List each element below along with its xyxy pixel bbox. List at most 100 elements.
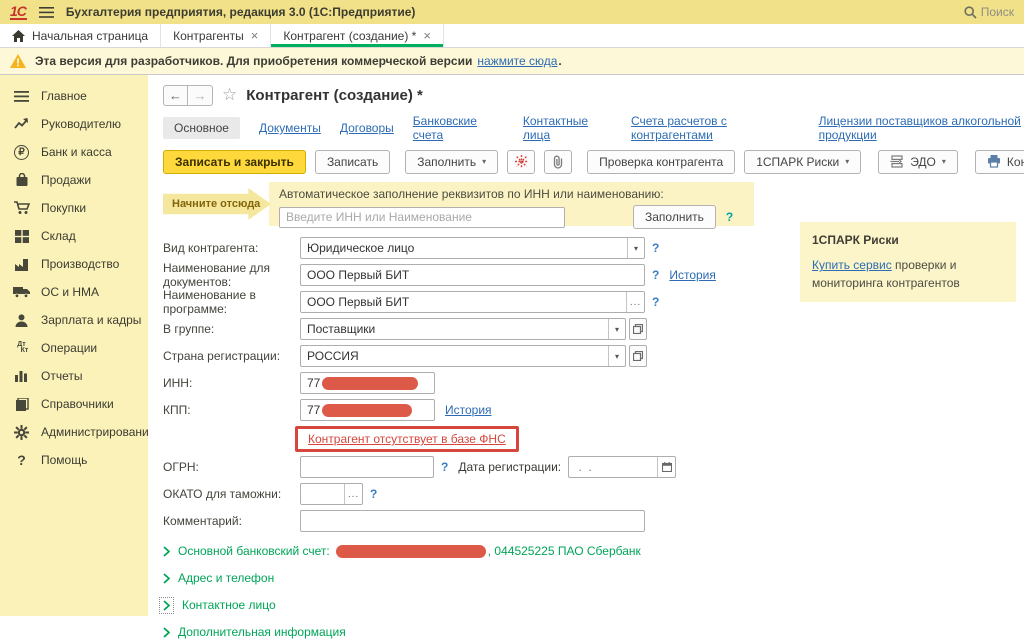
redaction-blob	[322, 404, 412, 417]
help-icon[interactable]: ?	[370, 487, 377, 501]
bag-icon	[13, 173, 30, 187]
ellipsis-picker-icon[interactable]: ...	[344, 484, 362, 504]
chevron-down-icon[interactable]: ▾	[608, 346, 625, 366]
expandable-sections: Основной банковский счет: , 044525225 ПА…	[163, 542, 1024, 641]
help-icon[interactable]: ?	[652, 241, 659, 255]
nav-link-dokumenty[interactable]: Документы	[259, 121, 321, 135]
tab-kontragent-create[interactable]: Контрагент (создание) * ×	[271, 24, 444, 47]
global-search[interactable]: Поиск	[964, 5, 1014, 19]
tab-kontragenty[interactable]: Контрагенты ×	[161, 24, 271, 47]
sidebar-item-zarplata-kadry[interactable]: Зарплата и кадры	[0, 306, 148, 334]
close-icon[interactable]: ×	[423, 31, 431, 41]
section-address-phone[interactable]: Адрес и телефон	[163, 569, 1024, 587]
sidebar-item-otchety[interactable]: Отчеты	[0, 362, 148, 390]
nav-link-dogovory[interactable]: Договоры	[340, 121, 394, 135]
reg-date-input[interactable]	[568, 456, 676, 478]
name-docs-input[interactable]	[300, 264, 645, 286]
country-select[interactable]: РОССИЯ ▾	[300, 345, 626, 367]
buy-commercial-link[interactable]: нажмите сюда	[477, 54, 557, 68]
comment-label: Комментарий:	[163, 514, 300, 528]
section-bank-account[interactable]: Основной банковский счет: , 044525225 ПА…	[163, 542, 1024, 560]
help-icon[interactable]: ?	[652, 295, 659, 309]
favorite-star-icon[interactable]: ☆	[222, 85, 237, 105]
kpp-history-link[interactable]: История	[445, 403, 492, 417]
kind-select[interactable]: Юридическое лицо ▾	[300, 237, 645, 259]
help-icon[interactable]: ?	[726, 210, 733, 224]
chevron-down-icon[interactable]: ▾	[627, 238, 644, 258]
nav-link-contacts[interactable]: Контактные лица	[523, 114, 612, 142]
edo-label: ЭДО	[910, 155, 936, 169]
comment-input[interactable]	[300, 510, 645, 532]
tab-home[interactable]: Начальная страница	[0, 24, 161, 47]
open-country-icon[interactable]	[629, 345, 647, 367]
sidebar-label: Производство	[41, 257, 119, 271]
nav-tab-osnovnoe[interactable]: Основное	[163, 117, 240, 139]
group-select[interactable]: Поставщики ▾	[300, 318, 626, 340]
sidebar-item-os-nma[interactable]: ОС и НМА	[0, 278, 148, 306]
section-contact-person[interactable]: Контактное лицо	[163, 596, 1024, 614]
envelope-print-button[interactable]: Конверт	[975, 150, 1024, 174]
edo-doc-stack-icon	[890, 155, 904, 168]
name-docs-history-link[interactable]: История	[669, 268, 716, 282]
sidebar-item-pomosch[interactable]: ? Помощь	[0, 446, 148, 474]
name-prog-input[interactable]: ООО Первый БИТ ...	[300, 291, 645, 313]
inn-input[interactable]: 77	[300, 372, 435, 394]
edo-dropdown-button[interactable]: ЭДО ▾	[878, 150, 958, 174]
sidebar-item-rukovoditelyu[interactable]: Руководителю	[0, 110, 148, 138]
spark-risks-panel: 1СПАРК Риски Купить сервис проверки и мо…	[800, 222, 1016, 302]
fns-warning-link[interactable]: Контрагент отсутствует в базе ФНС	[308, 432, 506, 446]
paperclip-icon	[552, 155, 564, 169]
sidebar-item-pokupki[interactable]: Покупки	[0, 194, 148, 222]
forward-button[interactable]: →	[188, 85, 213, 106]
calendar-icon[interactable]	[657, 457, 675, 477]
chevron-down-icon: ▾	[942, 157, 946, 166]
sidebar-item-bank-kassa[interactable]: ₽ Банк и касса	[0, 138, 148, 166]
open-group-icon[interactable]	[629, 318, 647, 340]
kpp-input[interactable]: 77	[300, 399, 435, 421]
okato-label: ОКАТО для таможни:	[163, 487, 300, 501]
group-value: Поставщики	[301, 322, 608, 336]
counterparty-check-button[interactable]: Проверка контрагента	[587, 150, 735, 174]
section-additional-info[interactable]: Дополнительная информация	[163, 623, 1024, 641]
sidebar-item-proizvodstvo[interactable]: Производство	[0, 250, 148, 278]
ogrn-input[interactable]	[300, 456, 434, 478]
sidebar-item-glavnoe[interactable]: Главное	[0, 82, 148, 110]
ellipsis-picker-icon[interactable]: ...	[626, 292, 644, 312]
main-menu-icon[interactable]	[39, 7, 54, 18]
save-and-close-button[interactable]: Записать и закрыть	[163, 150, 306, 174]
nav-link-settlement-accounts[interactable]: Счета расчетов с контрагентами	[631, 114, 800, 142]
ogrn-label: ОГРН:	[163, 460, 300, 474]
back-button[interactable]: ←	[163, 85, 188, 106]
toolbar: Записать и закрыть Записать Заполнить ▾ …	[163, 149, 1024, 174]
attachments-button[interactable]	[544, 150, 572, 174]
spark-check-button[interactable]	[507, 150, 535, 174]
fill-dropdown-button[interactable]: Заполнить ▾	[405, 150, 498, 174]
sidebar-item-sklad[interactable]: Склад	[0, 222, 148, 250]
chevron-down-icon[interactable]: ▾	[608, 319, 625, 339]
nav-link-alcohol-licenses[interactable]: Лицензии поставщиков алкогольной продукц…	[819, 114, 1024, 142]
spark-asterisk-icon	[515, 155, 528, 168]
autofill-fill-button[interactable]: Заполнить	[633, 205, 716, 229]
title-bar: 1С Бухгалтерия предприятия, редакция 3.0…	[0, 0, 1024, 24]
okato-input[interactable]: ...	[300, 483, 363, 505]
spark-risks-dropdown-button[interactable]: 1СПАРК Риски ▾	[744, 150, 861, 174]
kpp-label: КПП:	[163, 403, 300, 417]
sidebar-item-administrirovanie[interactable]: Администрирование	[0, 418, 148, 446]
chevron-right-icon	[163, 573, 170, 584]
reg-date-text[interactable]	[569, 460, 657, 474]
close-icon[interactable]: ×	[251, 31, 259, 41]
help-icon[interactable]: ?	[652, 268, 659, 282]
sidebar-label: Банк и касса	[41, 145, 112, 159]
country-value: РОССИЯ	[301, 349, 608, 363]
nav-link-bank-accounts[interactable]: Банковские счета	[413, 114, 504, 142]
envelope-label: Конверт	[1007, 155, 1024, 169]
sidebar-item-operacii[interactable]: ДтКт Операции	[0, 334, 148, 362]
sidebar-item-prodazhi[interactable]: Продажи	[0, 166, 148, 194]
name-prog-value: ООО Первый БИТ	[301, 295, 626, 309]
help-icon[interactable]: ?	[441, 460, 448, 474]
inn-name-search-input[interactable]	[279, 207, 565, 228]
home-icon	[12, 30, 25, 42]
sidebar-item-spravochniki[interactable]: Справочники	[0, 390, 148, 418]
buy-service-link[interactable]: Купить сервис	[812, 258, 892, 272]
save-button[interactable]: Записать	[315, 150, 390, 174]
